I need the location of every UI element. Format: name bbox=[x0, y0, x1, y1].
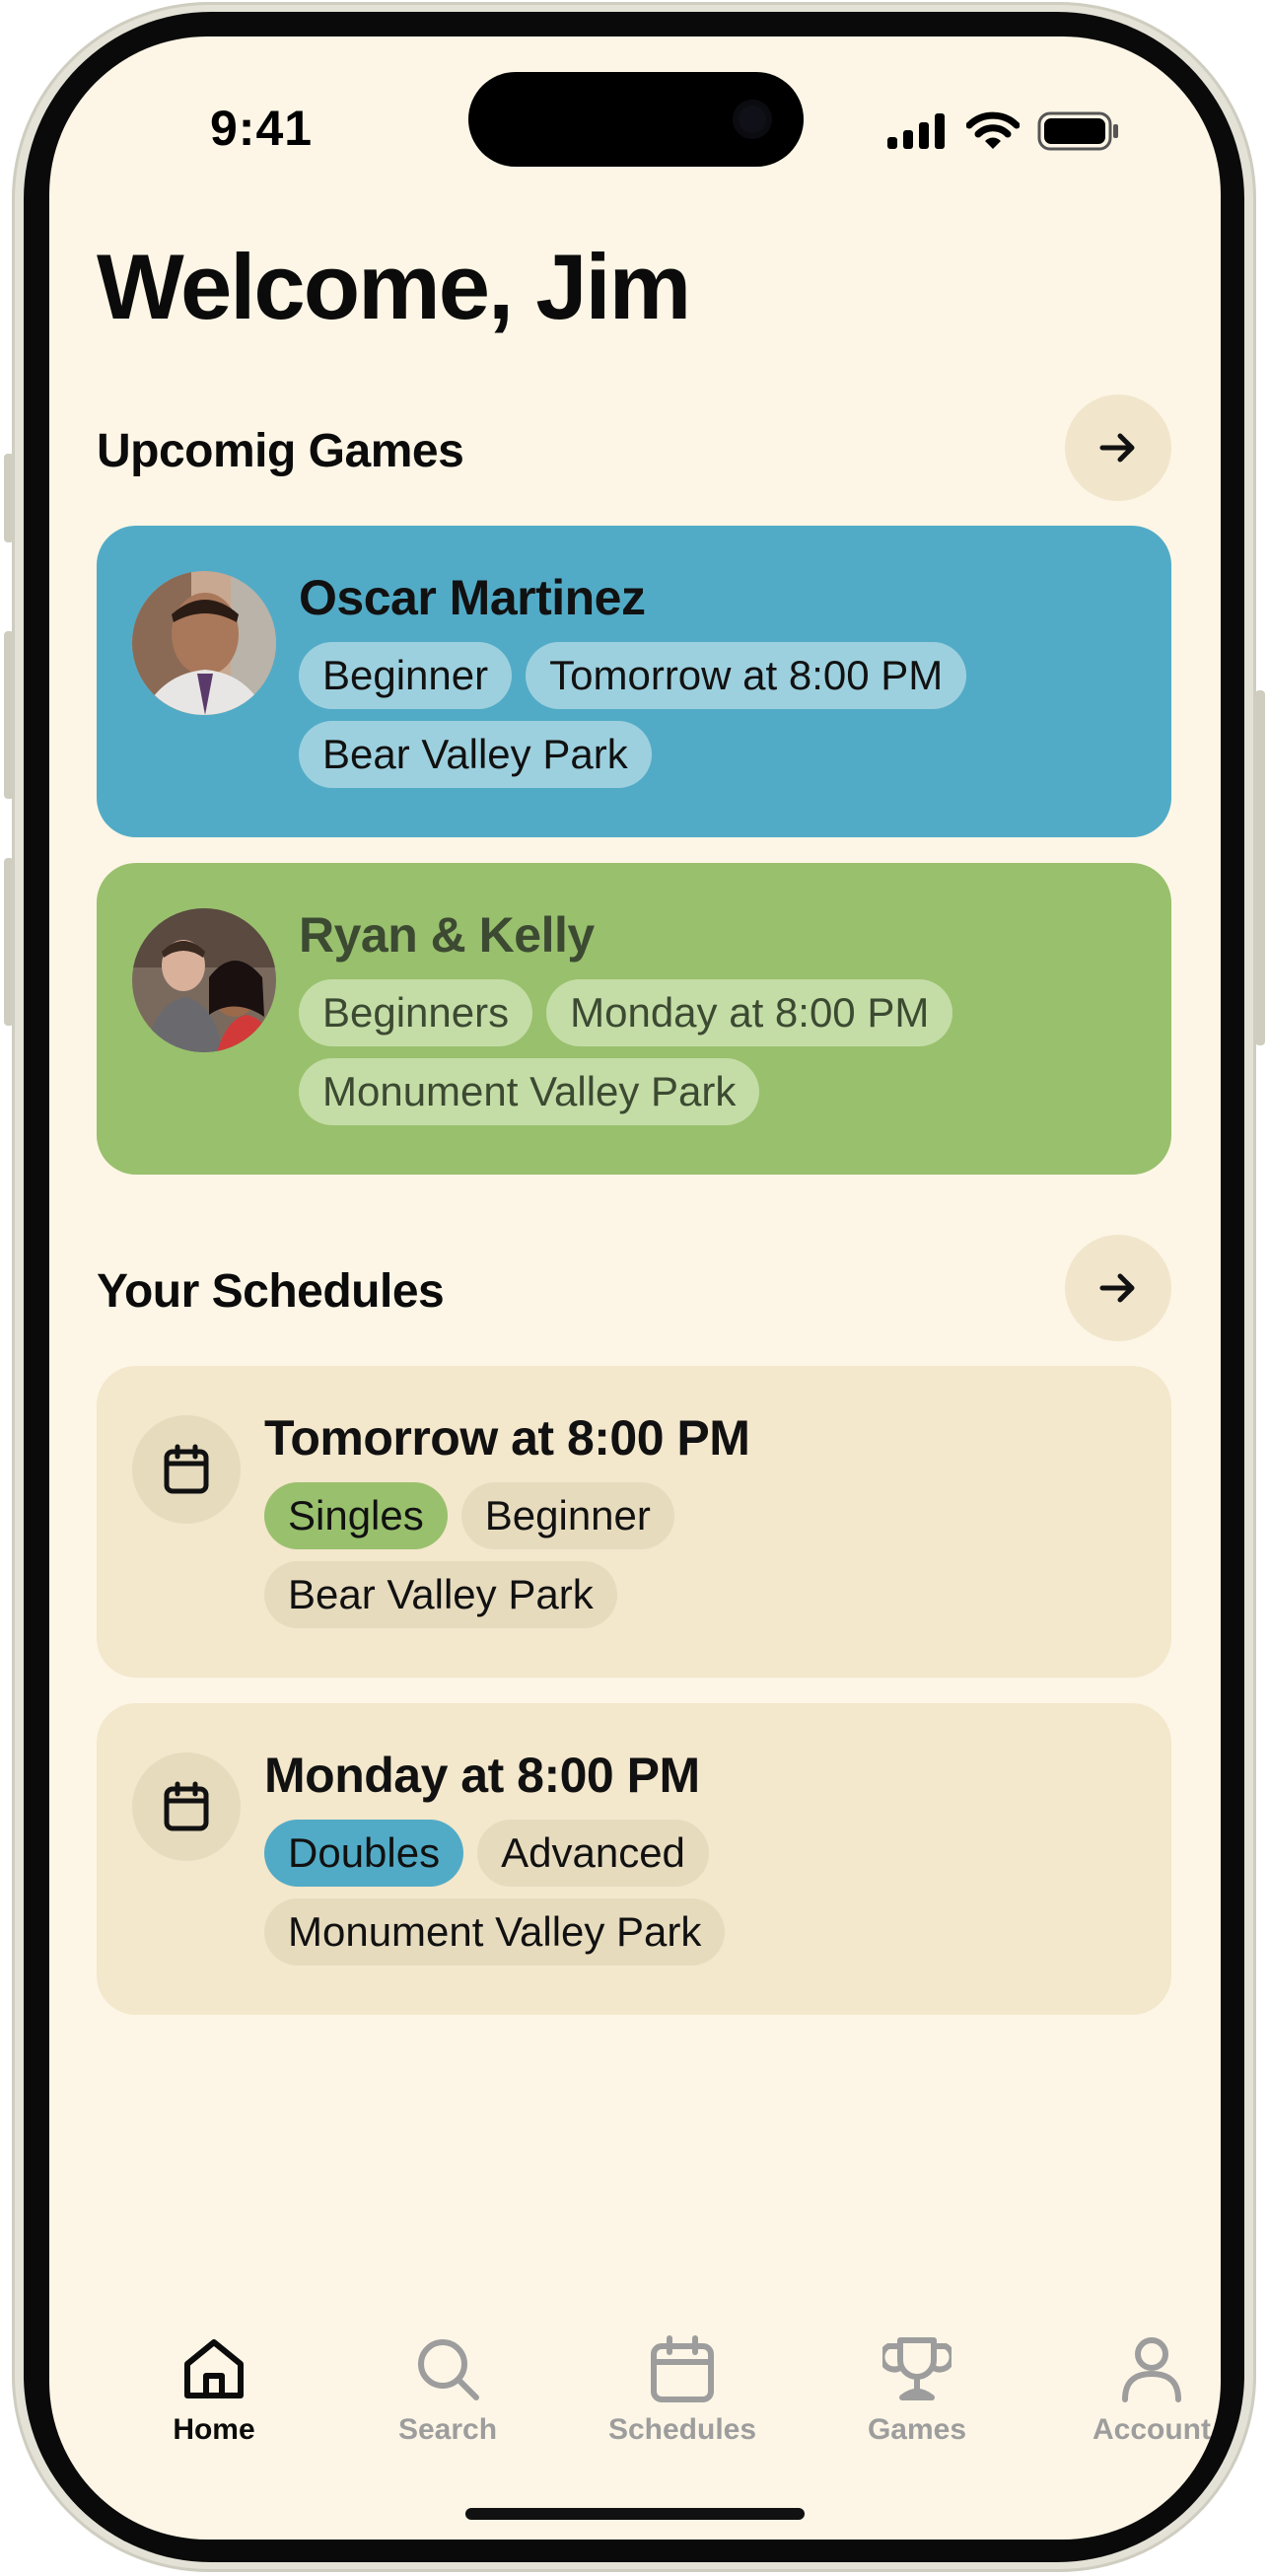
skill-level-badge: Beginners bbox=[299, 979, 533, 1046]
upcoming-games-heading: Upcomig Games bbox=[97, 425, 464, 477]
avatar bbox=[132, 908, 276, 1052]
battery-icon bbox=[1037, 111, 1118, 151]
schedule-time: Monday at 8:00 PM bbox=[264, 1748, 700, 1803]
upcoming-games-see-all-button[interactable] bbox=[1065, 394, 1171, 501]
phone-volume-down-button bbox=[4, 858, 14, 1026]
skill-level-badge: Beginner bbox=[299, 642, 513, 709]
tab-label: Account bbox=[1093, 2413, 1211, 2446]
tab-schedules[interactable]: Schedules bbox=[584, 2334, 781, 2447]
front-camera bbox=[733, 100, 772, 139]
trophy-icon bbox=[882, 2337, 952, 2400]
location-badge: Monument Valley Park bbox=[264, 1898, 726, 1966]
phone-power-button bbox=[1255, 690, 1265, 1045]
calendar-icon bbox=[132, 1415, 241, 1524]
skill-level-badge: Beginner bbox=[460, 1482, 674, 1549]
phone-side-button bbox=[4, 454, 14, 542]
skill-level-badge: Advanced bbox=[477, 1820, 709, 1887]
home-icon bbox=[184, 2339, 244, 2398]
tab-label: Home bbox=[173, 2413, 255, 2446]
arrow-right-icon bbox=[1099, 1273, 1135, 1303]
avatar bbox=[132, 571, 276, 715]
your-schedules-heading: Your Schedules bbox=[97, 1265, 445, 1318]
tab-label: Search bbox=[397, 2413, 498, 2446]
tab-home[interactable]: Home bbox=[115, 2334, 313, 2447]
status-icons bbox=[887, 111, 1120, 151]
tab-label: Games bbox=[867, 2413, 967, 2446]
calendar-icon bbox=[651, 2335, 714, 2402]
app-screen: 9:41 Welcome, Jim Upcomig Games Oscar Ma… bbox=[49, 36, 1221, 2540]
tab-label: Schedules bbox=[607, 2413, 757, 2446]
schedule-time: Tomorrow at 8:00 PM bbox=[264, 1410, 750, 1466]
game-type-badge: Doubles bbox=[264, 1820, 464, 1887]
location-badge: Bear Valley Park bbox=[264, 1561, 617, 1628]
tab-account[interactable]: Account bbox=[1053, 2334, 1221, 2447]
schedule-card[interactable]: Tomorrow at 8:00 PM Singles Beginner Bea… bbox=[97, 1366, 1171, 1678]
tab-bar: Home Search Schedules Games Account bbox=[49, 2334, 1221, 2492]
player-name: Oscar Martinez bbox=[299, 570, 646, 625]
tab-games[interactable]: Games bbox=[818, 2334, 1016, 2447]
schedules-see-all-button[interactable] bbox=[1065, 1235, 1171, 1341]
game-card[interactable]: Ryan & Kelly Beginners Monday at 8:00 PM… bbox=[97, 863, 1171, 1175]
person-icon bbox=[1122, 2337, 1181, 2402]
calendar-icon bbox=[132, 1753, 241, 1861]
wifi-icon bbox=[966, 111, 1020, 149]
location-badge: Bear Valley Park bbox=[299, 721, 652, 788]
game-card[interactable]: Oscar Martinez Beginner Tomorrow at 8:00… bbox=[97, 526, 1171, 837]
status-time: 9:41 bbox=[210, 101, 314, 156]
game-time-badge: Monday at 8:00 PM bbox=[546, 979, 953, 1046]
dynamic-island bbox=[468, 72, 804, 167]
game-type-badge: Singles bbox=[264, 1482, 448, 1549]
home-indicator bbox=[465, 2508, 805, 2520]
arrow-right-icon bbox=[1099, 433, 1135, 463]
page-title: Welcome, Jim bbox=[97, 235, 691, 338]
schedule-card[interactable]: Monday at 8:00 PM Doubles Advanced Monum… bbox=[97, 1703, 1171, 2015]
phone-volume-up-button bbox=[4, 631, 14, 799]
game-time-badge: Tomorrow at 8:00 PM bbox=[526, 642, 967, 709]
search-icon bbox=[418, 2339, 479, 2400]
location-badge: Monument Valley Park bbox=[299, 1058, 760, 1125]
cellular-signal-icon bbox=[887, 113, 945, 149]
player-name: Ryan & Kelly bbox=[299, 907, 595, 963]
tab-search[interactable]: Search bbox=[349, 2334, 546, 2447]
